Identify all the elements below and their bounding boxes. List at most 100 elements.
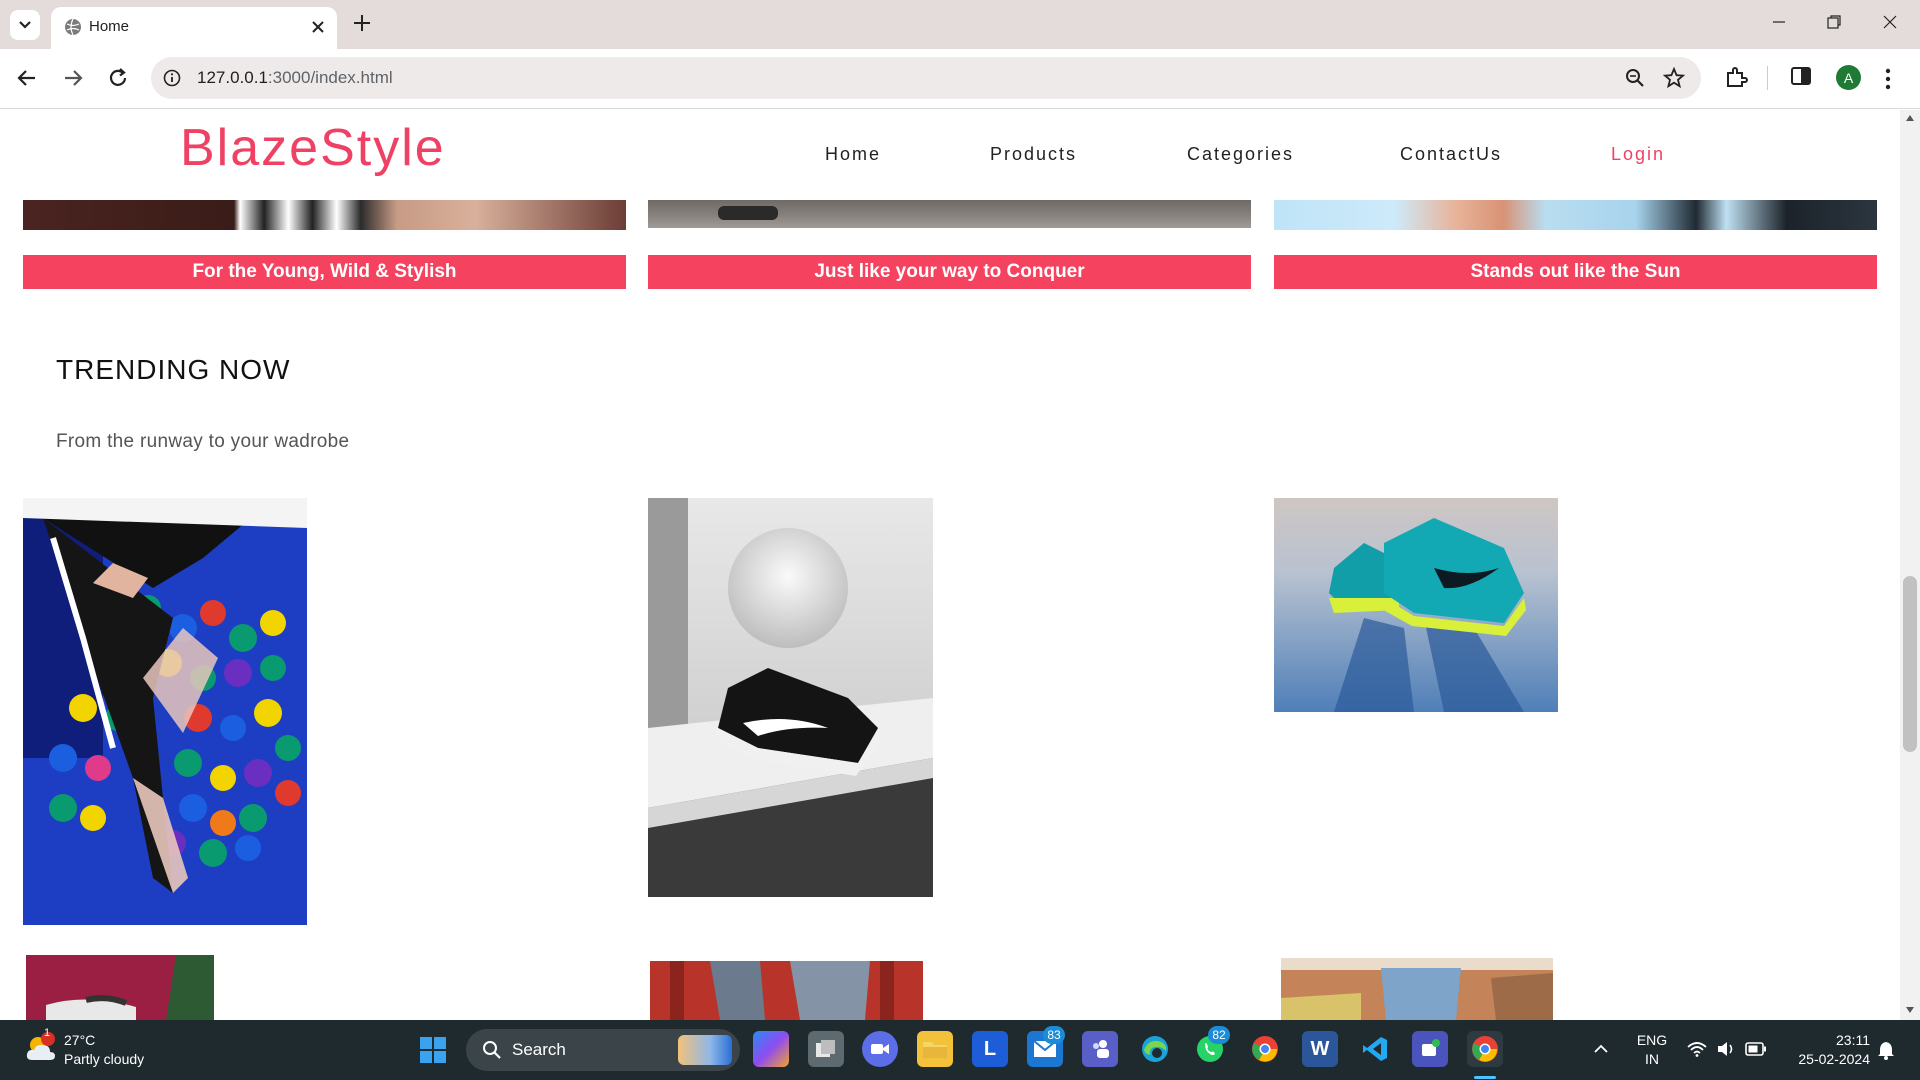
ballpit-illustration — [23, 498, 307, 925]
new-tab-icon[interactable] — [352, 13, 372, 33]
nav-contactus[interactable]: ContactUs — [1400, 144, 1502, 165]
taskbar-search-label: Search — [512, 1040, 566, 1059]
weather-temp[interactable]: 27°C — [64, 1032, 95, 1048]
chrome-logo-icon — [1252, 1036, 1278, 1062]
weather-alert-badge: 1 — [44, 1027, 51, 1039]
url-host: 127.0.0.1 — [197, 68, 268, 87]
banner-image-2[interactable] — [648, 200, 1251, 228]
scroll-down-arrow-icon[interactable] — [1905, 1006, 1915, 1014]
product-image-row2-2[interactable] — [650, 961, 923, 1020]
copilot-app-icon[interactable] — [753, 1031, 789, 1067]
globe-icon — [65, 18, 81, 36]
banner-image-3[interactable] — [1274, 200, 1877, 230]
task-view-icon[interactable] — [808, 1031, 844, 1067]
reload-icon[interactable] — [107, 67, 129, 89]
chevron-down-icon — [19, 21, 31, 29]
forward-icon[interactable] — [62, 67, 84, 89]
search-highlight-icon — [678, 1035, 732, 1065]
url-text: 127.0.0.1:3000/index.html — [197, 68, 393, 88]
teams-new-icon[interactable] — [1412, 1031, 1448, 1067]
chrome-logo-icon — [1472, 1036, 1498, 1062]
extensions-icon[interactable] — [1724, 65, 1748, 89]
product-image-row2-1[interactable] — [26, 955, 214, 1020]
banner-image-2-detail — [718, 206, 778, 220]
nav-categories[interactable]: Categories — [1187, 144, 1294, 165]
url-path: :3000/index.html — [267, 68, 393, 87]
zoom-icon[interactable] — [1625, 68, 1645, 88]
meet-app-icon[interactable] — [862, 1031, 898, 1067]
row2-3-illustration — [1281, 958, 1553, 1020]
vscode-logo-icon — [1363, 1037, 1387, 1061]
row2-1-illustration — [26, 955, 214, 1020]
menu-kebab-icon[interactable] — [1884, 68, 1892, 90]
site-header: BlazeStyle Home Products Categories Cont… — [0, 110, 1900, 200]
back-icon[interactable] — [16, 67, 38, 89]
bookmark-star-icon[interactable] — [1663, 67, 1685, 89]
restore-icon[interactable] — [1826, 14, 1842, 30]
folder-icon — [923, 1042, 947, 1058]
product-image-row2-3[interactable] — [1281, 958, 1553, 1020]
banner-conquer[interactable]: Just like your way to Conquer — [648, 255, 1251, 289]
active-app-indicator — [1474, 1076, 1496, 1079]
video-camera-icon — [871, 1044, 889, 1054]
people-icon — [1093, 1040, 1109, 1058]
side-panel-icon[interactable] — [1790, 65, 1812, 87]
clock-time[interactable]: 23:11 — [1780, 1032, 1870, 1048]
language-in[interactable]: IN — [1632, 1051, 1672, 1067]
minimize-icon[interactable] — [1771, 14, 1787, 30]
scrollbar-thumb[interactable] — [1903, 576, 1917, 752]
trending-subtitle: From the runway to your wadrobe — [56, 431, 350, 452]
sneaker-illustration — [648, 498, 933, 897]
row2-2-illustration — [650, 961, 923, 1020]
banner-sun[interactable]: Stands out like the Sun — [1274, 255, 1877, 289]
notification-bell-icon[interactable] — [1877, 1040, 1895, 1060]
whatsapp-badge: 82 — [1208, 1026, 1230, 1044]
product-image-ballpit[interactable] — [23, 498, 307, 925]
browser-tab-home[interactable]: Home — [51, 7, 337, 49]
browser-toolbar: 127.0.0.1:3000/index.html A — [0, 49, 1920, 109]
file-explorer-icon[interactable] — [917, 1031, 953, 1067]
teams-app-icon[interactable] — [1082, 1031, 1118, 1067]
windows-taskbar: 1 27°C Partly cloudy Search L 83 82 W EN… — [0, 1020, 1920, 1080]
mail-badge: 83 — [1043, 1026, 1065, 1044]
product-image-black-sneaker[interactable] — [648, 498, 933, 897]
word-app-icon[interactable]: W — [1302, 1031, 1338, 1067]
wifi-icon[interactable] — [1687, 1041, 1707, 1057]
banner-young-wild[interactable]: For the Young, Wild & Stylish — [23, 255, 626, 289]
weather-desc[interactable]: Partly cloudy — [64, 1051, 144, 1067]
tab-search-button[interactable] — [10, 10, 40, 40]
profile-avatar[interactable]: A — [1836, 65, 1861, 90]
windows-start-icon[interactable] — [418, 1035, 448, 1065]
nav-home[interactable]: Home — [825, 144, 881, 165]
edge-logo-icon — [1142, 1036, 1168, 1062]
site-info-icon[interactable] — [163, 69, 181, 87]
close-window-icon[interactable] — [1882, 14, 1898, 30]
weather-partly-cloudy-icon[interactable] — [24, 1032, 58, 1066]
chrome-profile-a-icon[interactable] — [1247, 1031, 1283, 1067]
task-view-glyph — [816, 1040, 835, 1057]
runners-illustration — [1274, 498, 1558, 712]
l-app-icon[interactable]: L — [972, 1031, 1008, 1067]
page-scrollbar[interactable] — [1900, 110, 1920, 1020]
toolbar-separator — [1767, 66, 1768, 90]
site-logo[interactable]: BlazeStyle — [180, 118, 446, 178]
product-image-teal-runners[interactable] — [1274, 498, 1558, 712]
nav-login[interactable]: Login — [1611, 144, 1665, 165]
address-bar[interactable]: 127.0.0.1:3000/index.html — [151, 57, 1701, 99]
tab-title: Home — [89, 18, 130, 35]
taskbar-search[interactable]: Search — [466, 1029, 740, 1071]
page-viewport: BlazeStyle Home Products Categories Cont… — [0, 110, 1920, 1020]
browser-titlebar: Home — [0, 0, 1920, 49]
edge-browser-icon[interactable] — [1137, 1031, 1173, 1067]
volume-icon[interactable] — [1716, 1041, 1736, 1057]
chevron-up-icon[interactable] — [1593, 1044, 1609, 1054]
language-eng[interactable]: ENG — [1632, 1032, 1672, 1048]
close-tab-icon[interactable] — [311, 20, 325, 34]
clock-date[interactable]: 25-02-2024 — [1780, 1051, 1870, 1067]
scroll-up-arrow-icon[interactable] — [1905, 114, 1915, 122]
banner-image-1[interactable] — [23, 200, 626, 230]
nav-products[interactable]: Products — [990, 144, 1077, 165]
vscode-icon[interactable] — [1357, 1031, 1393, 1067]
battery-icon[interactable] — [1745, 1042, 1767, 1056]
chrome-active-icon[interactable] — [1467, 1031, 1503, 1067]
